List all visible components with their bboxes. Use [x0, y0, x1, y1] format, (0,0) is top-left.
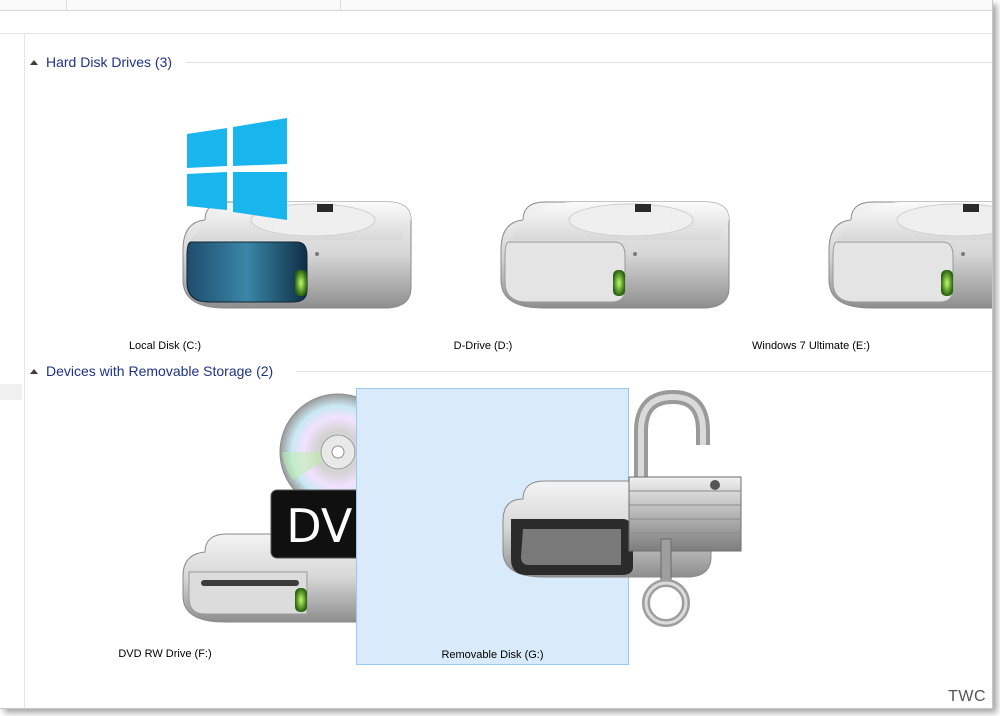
address-bar[interactable] [0, 0, 992, 11]
watermark: TWC [948, 688, 986, 705]
drive-tile-d[interactable]: D-Drive (D:) [348, 110, 730, 360]
group-divider [186, 62, 992, 63]
nav-pane-item[interactable] [0, 384, 22, 400]
group-label: Devices with Removable Storage (2) [46, 363, 274, 379]
padlock-icon [628, 389, 741, 552]
drive-name: Windows 7 Ultimate (E:) [752, 340, 870, 352]
windows-logo-icon [187, 118, 287, 220]
collapse-triangle-icon[interactable] [30, 59, 38, 65]
toolbar [0, 11, 992, 34]
drive-tile-c[interactable]: Local Disk (C:) [30, 110, 412, 360]
drive-tile-f[interactable]: DVD DVD RW Drive (F:) [30, 392, 412, 664]
drive-tile-g[interactable]: Removable Disk (G:) [356, 388, 741, 665]
drive-tile-e[interactable]: Windows 7 Ultimate (E:) [676, 110, 992, 360]
drive-name: Local Disk (C:) [128, 340, 202, 352]
drive-name: D-Drive (D:) [453, 340, 513, 352]
collapse-triangle-icon[interactable] [30, 368, 38, 374]
locked-removable-disk-icon [502, 389, 741, 627]
group-label: Hard Disk Drives (3) [46, 54, 173, 70]
group-header-hard-disk-drives[interactable]: Hard Disk Drives (3) [30, 52, 172, 72]
hard-disk-icon [828, 201, 992, 309]
drive-name: Removable Disk (G:) [441, 649, 544, 661]
group-divider [296, 371, 992, 372]
group-header-removable-storage[interactable]: Devices with Removable Storage (2) [30, 361, 273, 381]
explorer-window: Hard Disk Drives (3) Local Disk (C:) D-D… [0, 0, 993, 709]
drive-name: DVD RW Drive (F:) [118, 648, 212, 660]
navigation-pane[interactable] [0, 34, 25, 708]
